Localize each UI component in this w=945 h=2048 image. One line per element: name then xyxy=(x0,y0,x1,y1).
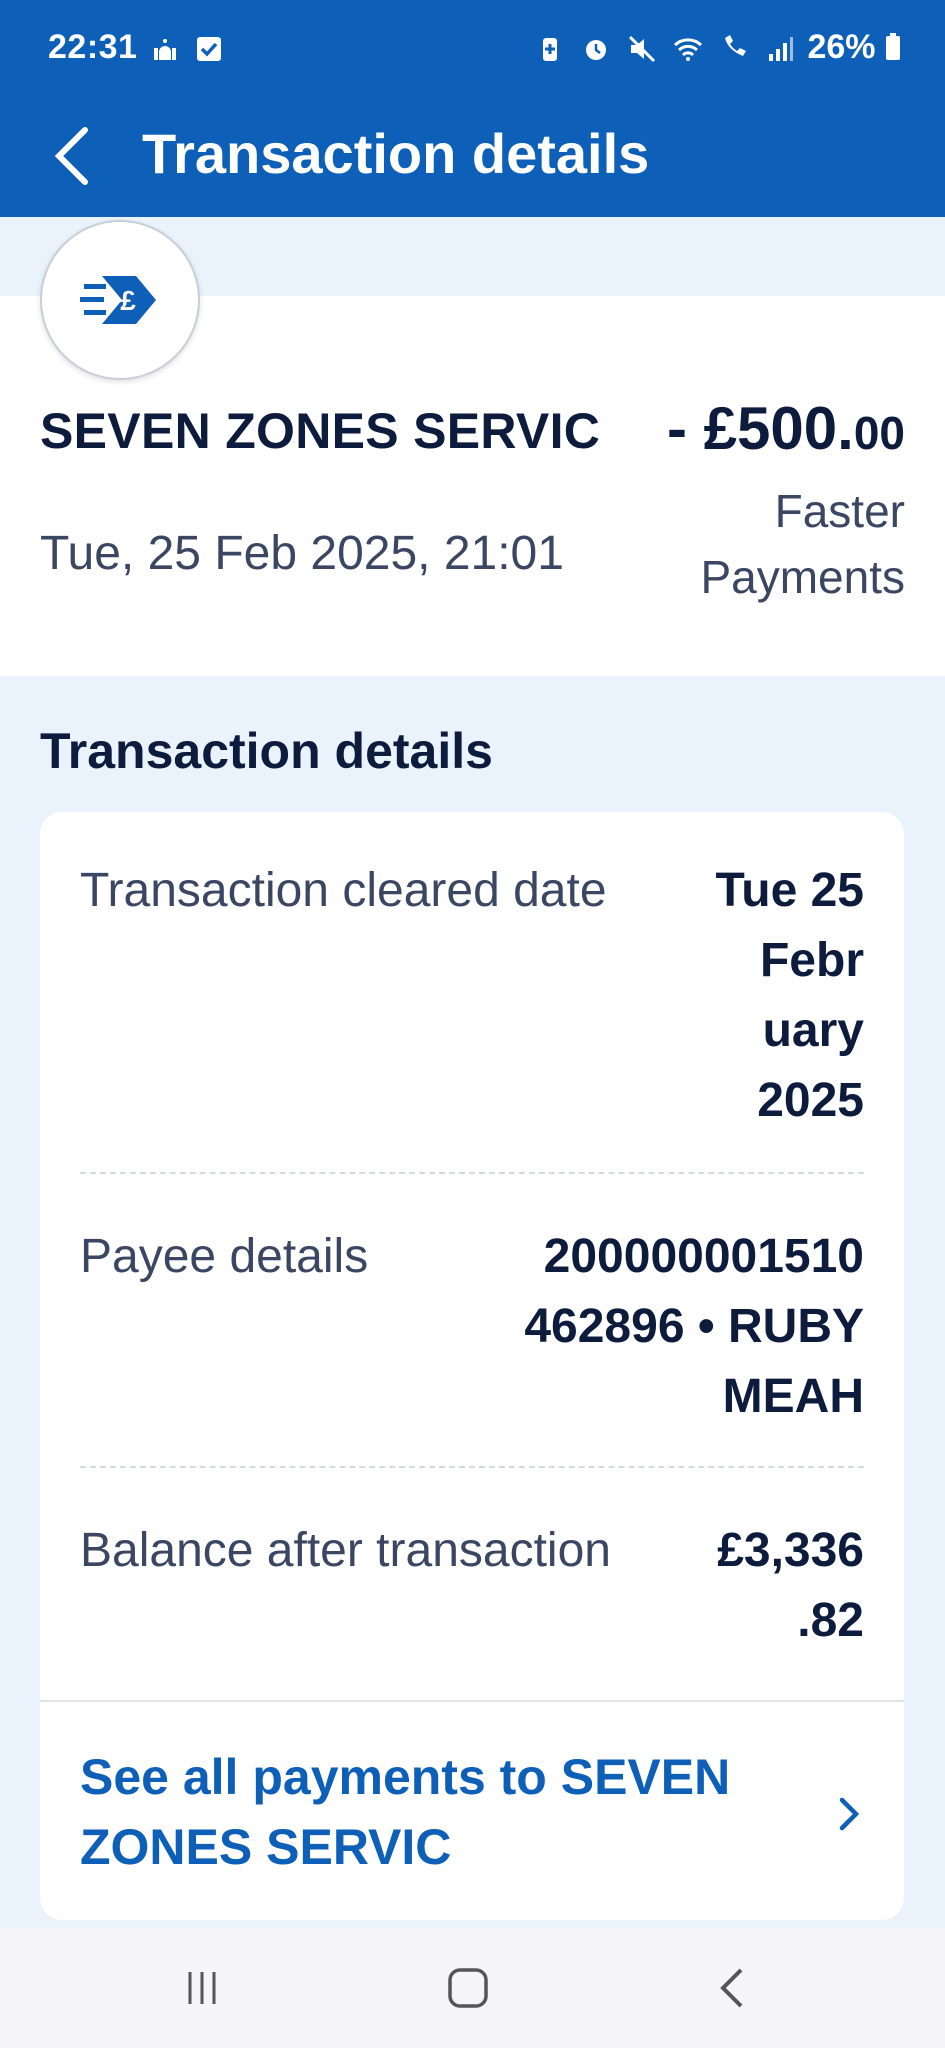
page-title: Transaction details xyxy=(142,122,650,185)
payment-method: Faster Payments xyxy=(700,485,905,603)
wifi-icon xyxy=(673,38,703,61)
divider xyxy=(80,1172,864,1174)
battery-icon xyxy=(886,33,900,60)
battery-saver-icon xyxy=(543,38,557,61)
back-button[interactable] xyxy=(42,116,102,196)
battery-percent: 26% xyxy=(807,28,901,67)
checkbox-icon xyxy=(197,37,221,61)
mosque-icon xyxy=(154,39,176,60)
home-icon xyxy=(448,1968,488,2008)
svg-text:£: £ xyxy=(120,285,136,316)
status-time: 22:31 xyxy=(48,28,138,66)
recents-button[interactable] xyxy=(172,1958,232,2018)
merchant-name: SEVEN ZONES SERVIC xyxy=(40,403,601,459)
row-label: Payee details xyxy=(80,1230,369,1283)
row-value: 200000001510 462896 • RUBY MEAH xyxy=(524,1230,864,1423)
divider xyxy=(40,1700,904,1702)
status-bar: 22:31 26% xyxy=(0,0,945,100)
row-label: Balance after transaction xyxy=(80,1524,611,1577)
chevron-right-icon[interactable] xyxy=(834,1794,864,1834)
row-label: Transaction cleared date xyxy=(80,864,607,917)
section-title: Transaction details xyxy=(40,723,493,779)
mute-icon xyxy=(628,35,656,63)
alarm-icon xyxy=(586,40,606,60)
top-bar: 22:31 26% Transaction details xyxy=(0,0,945,217)
merchant-logo: £ xyxy=(40,220,200,380)
divider xyxy=(80,1466,864,1468)
row-value: Tue 25 Febr uary 2025 xyxy=(715,864,865,1127)
row-value: £3,336 .82 xyxy=(717,1524,864,1647)
transaction-amount: - £500.00 xyxy=(667,395,905,462)
signal-icon xyxy=(769,37,793,61)
chevron-left-icon xyxy=(54,127,88,185)
wifi-call-icon xyxy=(725,35,746,56)
app-bar: Transaction details xyxy=(0,100,945,217)
see-all-payments-link[interactable]: See all payments to SEVEN ZONES SERVIC xyxy=(80,1742,780,1882)
transaction-datetime: Tue, 25 Feb 2025, 21:01 xyxy=(40,527,564,580)
recents-icon xyxy=(188,1972,216,2004)
back-icon xyxy=(720,1968,743,2008)
faster-payment-pound-icon: £ xyxy=(80,276,156,324)
system-nav-bar xyxy=(0,1928,945,2048)
home-button[interactable] xyxy=(438,1958,498,2018)
nav-back-button[interactable] xyxy=(702,1958,762,2018)
details-card: Transaction cleared date Tue 25 Febr uar… xyxy=(40,812,904,1920)
